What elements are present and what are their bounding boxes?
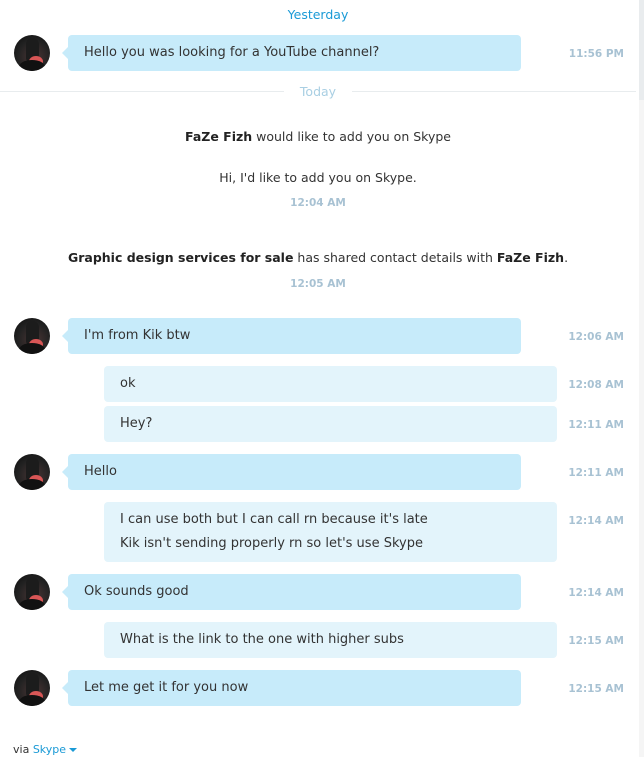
- message-bubble-outgoing[interactable]: ok: [104, 366, 557, 402]
- message-bubble-outgoing[interactable]: I can use both but I can call rn because…: [104, 502, 557, 562]
- avatar[interactable]: [14, 318, 50, 354]
- shared-contact-time: 12:05 AM: [290, 278, 346, 290]
- contact-request-notice: FaZe Fizh would like to add you on Skype: [0, 129, 636, 145]
- message-text: I can use both but I can call rn because…: [120, 512, 428, 527]
- avatar[interactable]: [14, 454, 50, 490]
- message-time: 12:15 AM: [568, 635, 624, 647]
- shared-contact-from: Graphic design services for sale: [67, 250, 294, 265]
- day-divider-line-left: [0, 91, 284, 92]
- via-label: via: [13, 743, 30, 756]
- message-time: 12:11 AM: [568, 467, 624, 479]
- via-skype-footer: via Skype: [13, 743, 78, 757]
- message-bubble-incoming[interactable]: Hello: [62, 454, 521, 490]
- message-text: I'm from Kik btw: [84, 328, 191, 343]
- avatar[interactable]: [14, 35, 50, 71]
- day-separator-yesterday-label: Yesterday: [271, 7, 365, 22]
- message-bubble-incoming[interactable]: I'm from Kik btw: [62, 318, 521, 354]
- message-bubble-incoming[interactable]: Hello you was looking for a YouTube chan…: [62, 35, 521, 71]
- message-text: Hello: [84, 464, 117, 479]
- day-separator-today-label: Today: [283, 84, 353, 99]
- contact-request-time: 12:04 AM: [290, 197, 346, 209]
- message-time: 12:14 AM: [568, 587, 624, 599]
- message-bubble-outgoing[interactable]: Hey?: [104, 406, 557, 442]
- message-time: 12:11 AM: [568, 419, 624, 431]
- contact-request-text: would like to add you on Skype: [256, 129, 451, 144]
- message-time: 12:15 AM: [568, 683, 624, 695]
- avatar[interactable]: [14, 670, 50, 706]
- scrollbar-thumb[interactable]: [639, 0, 644, 100]
- shared-contact-notice: Graphic design services for sale has sha…: [0, 250, 636, 266]
- message-bubble-incoming[interactable]: Ok sounds good: [62, 574, 521, 610]
- avatar[interactable]: [14, 574, 50, 610]
- skype-service-label: Skype: [32, 743, 67, 756]
- message-text: Ok sounds good: [84, 584, 189, 599]
- message-time: 12:08 AM: [568, 379, 624, 391]
- day-divider-line-right: [352, 91, 636, 92]
- shared-contact-middle: has shared contact details with: [297, 250, 493, 265]
- contact-request-sender: FaZe Fizh: [185, 129, 253, 144]
- shared-contact-to: FaZe Fizh: [496, 250, 565, 265]
- message-text: What is the link to the one with higher …: [120, 632, 404, 647]
- shared-contact-suffix: .: [564, 250, 569, 265]
- message-time: 11:56 PM: [568, 48, 624, 60]
- contact-request-message: Hi, I'd like to add you on Skype.: [219, 170, 417, 185]
- message-time: 12:06 AM: [568, 331, 624, 343]
- message-text: Hey?: [120, 416, 153, 431]
- scrollbar-track[interactable]: [639, 0, 644, 757]
- message-time: 12:14 AM: [568, 515, 624, 527]
- day-separator-yesterday: Yesterday: [0, 7, 636, 23]
- message-bubble-incoming[interactable]: Let me get it for you now: [62, 670, 521, 706]
- message-text: ok: [120, 376, 136, 391]
- message-text: Let me get it for you now: [84, 680, 249, 695]
- chevron-down-icon: [69, 748, 78, 752]
- message-bubble-outgoing[interactable]: What is the link to the one with higher …: [104, 622, 557, 658]
- skype-service-link[interactable]: Skype: [32, 743, 78, 756]
- message-text: Hello you was looking for a YouTube chan…: [84, 45, 380, 60]
- message-text: Kik isn't sending properly rn so let's u…: [120, 536, 423, 551]
- day-separator-today: Today: [0, 84, 636, 100]
